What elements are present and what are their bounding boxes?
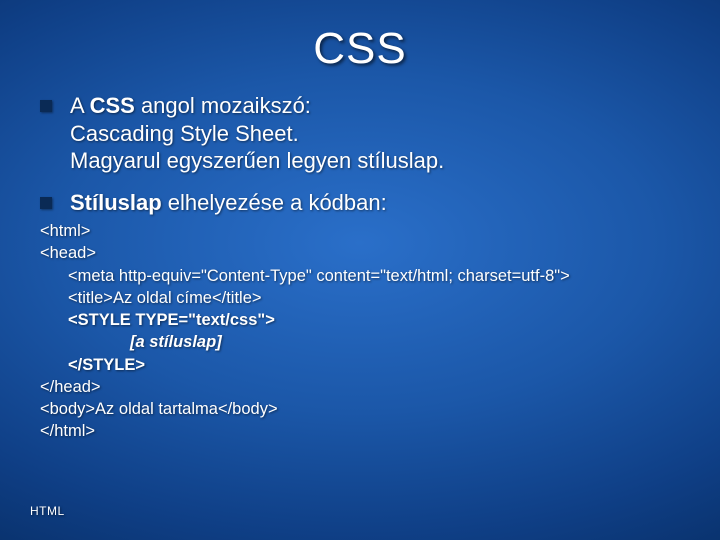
slide: CSS A CSS angol mozaikszó: Cascading Sty… <box>0 0 720 540</box>
square-bullet-icon <box>40 100 52 112</box>
code-line: <body>Az oldal tartalma</body> <box>40 398 680 420</box>
text-line: Cascading Style Sheet. <box>70 121 299 146</box>
code-line: [a stíluslap] <box>40 331 680 353</box>
slide-title: CSS <box>0 0 720 74</box>
text-bold: CSS <box>90 93 135 118</box>
bullet-text: A CSS angol mozaikszó: Cascading Style S… <box>70 92 444 175</box>
code-line: <head> <box>40 242 680 264</box>
text-span: elhelyezése a kódban: <box>162 190 387 215</box>
bullet-item: A CSS angol mozaikszó: Cascading Style S… <box>40 92 680 175</box>
code-line: </STYLE> <box>40 354 680 376</box>
code-line: <meta http-equiv="Content-Type" content=… <box>40 265 680 287</box>
code-line: </head> <box>40 376 680 398</box>
bullet-text: Stíluslap elhelyezése a kódban: <box>70 189 387 217</box>
code-block: <html> <head> <meta http-equiv="Content-… <box>40 220 680 443</box>
slide-body: A CSS angol mozaikszó: Cascading Style S… <box>0 74 720 443</box>
text-span: angol mozaikszó: <box>135 93 311 118</box>
bullet-item: Stíluslap elhelyezése a kódban: <box>40 189 680 217</box>
footer-label: HTML <box>30 504 65 518</box>
code-line: <html> <box>40 220 680 242</box>
text-span: A <box>70 93 90 118</box>
code-line: <title>Az oldal címe</title> <box>40 287 680 309</box>
code-line: </html> <box>40 420 680 442</box>
text-line: Magyarul egyszerűen legyen stíluslap. <box>70 148 444 173</box>
square-bullet-icon <box>40 197 52 209</box>
code-line: <STYLE TYPE="text/css"> <box>40 309 680 331</box>
text-bold: Stíluslap <box>70 190 162 215</box>
